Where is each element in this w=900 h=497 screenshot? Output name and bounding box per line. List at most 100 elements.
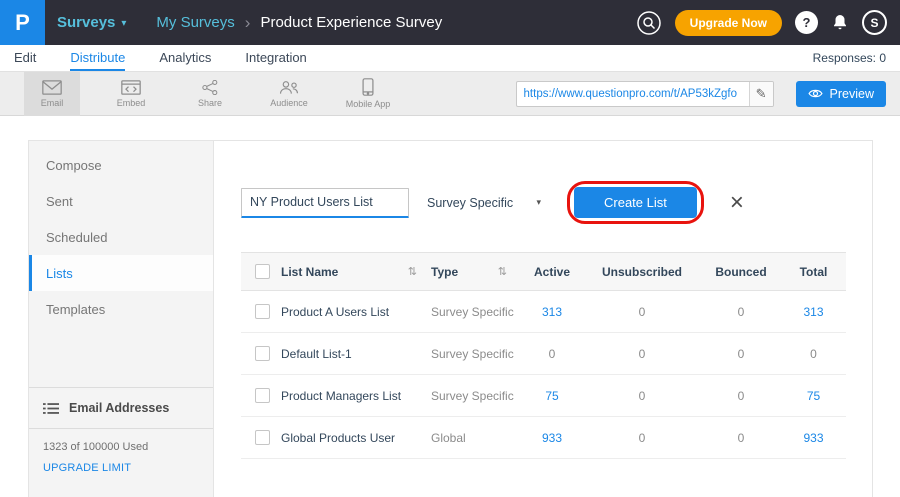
row-checkbox[interactable] [255,388,270,403]
email-sidebar: Compose Sent Scheduled Lists Templates E… [29,141,214,497]
survey-url-input[interactable] [517,88,749,100]
sort-icon[interactable]: ⇅ [498,265,507,278]
help-icon[interactable]: ? [795,11,818,34]
unsubscribed-count: 0 [583,375,701,417]
sidebar-item-sent[interactable]: Sent [29,183,213,219]
bounced-count: 0 [701,375,781,417]
table-row: Product Managers List Survey Specific 75… [241,375,846,417]
table-header-row: List Name ⇅ Type ⇅ Active Unsubscribed B… [241,253,846,291]
header-unsubscribed: Unsubscribed [583,253,701,291]
tab-distribute[interactable]: Distribute [70,45,125,71]
header-total: Total [781,253,846,291]
notifications-bell-icon[interactable] [831,13,849,32]
total-count[interactable]: 313 [781,291,846,333]
bounced-count: 0 [701,333,781,375]
bounced-count: 0 [701,291,781,333]
bounced-count: 0 [701,417,781,459]
preview-label: Preview [830,87,874,101]
channel-label: Email [41,98,64,108]
table-row: Product A Users List Survey Specific 313… [241,291,846,333]
table-row: Global Products User Global 933 0 0 933 [241,417,846,459]
embed-code-icon [121,80,141,95]
close-icon[interactable]: × [730,191,744,215]
unsubscribed-count: 0 [583,291,701,333]
responses-count: Responses: 0 [813,45,900,71]
header-type[interactable]: Type ⇅ [431,253,521,291]
tab-analytics[interactable]: Analytics [159,45,211,71]
email-addresses-section: Email Addresses 1323 of 100000 Used UPGR… [29,387,213,479]
row-checkbox[interactable] [255,346,270,361]
header-active: Active [521,253,583,291]
mobile-phone-icon [362,78,374,96]
unsubscribed-count: 0 [583,417,701,459]
create-list-button[interactable]: Create List [574,187,697,218]
audience-people-icon [279,80,299,95]
list-type: Survey Specific [431,291,521,333]
page-title: Product Experience Survey [260,14,442,31]
total-count: 0 [781,333,846,375]
user-avatar[interactable]: S [862,10,887,35]
list-type-select[interactable]: Survey Specific ▾ [423,196,545,210]
select-all-checkbox[interactable] [255,264,270,279]
header-list-name[interactable]: List Name ⇅ [281,253,431,291]
lists-table: List Name ⇅ Type ⇅ Active Unsubscribed B… [241,252,846,459]
preview-button[interactable]: Preview [796,81,886,107]
email-addresses-header: Email Addresses [29,388,213,429]
header-label: List Name [281,265,338,279]
tab-edit[interactable]: Edit [14,45,36,71]
active-count[interactable]: 75 [521,375,583,417]
topbar-actions: Upgrade Now ? S [636,10,900,36]
email-addresses-title: Email Addresses [69,401,169,415]
channel-label: Share [198,98,222,108]
envelope-icon [42,80,62,95]
active-count[interactable]: 933 [521,417,583,459]
header-label: Type [431,265,458,279]
active-count: 0 [521,333,583,375]
channel-audience[interactable]: Audience [261,72,317,116]
channel-label: Audience [270,98,308,108]
channel-email[interactable]: Email [24,72,80,116]
breadcrumb-my-surveys[interactable]: My Surveys [156,14,234,31]
active-count[interactable]: 313 [521,291,583,333]
breadcrumb: My Surveys › Product Experience Survey [156,13,442,33]
list-name-link[interactable]: Product Managers List [281,375,431,417]
channel-label: Mobile App [346,99,391,109]
list-type: Survey Specific [431,375,521,417]
edit-url-pencil-icon[interactable]: ✎ [749,82,773,106]
sort-icon[interactable]: ⇅ [408,265,417,278]
sidebar-item-templates[interactable]: Templates [29,291,213,327]
sidebar-item-scheduled[interactable]: Scheduled [29,219,213,255]
tab-integration[interactable]: Integration [245,45,306,71]
list-type: Survey Specific [431,333,521,375]
sidebar-item-compose[interactable]: Compose [29,147,213,183]
row-checkbox[interactable] [255,430,270,445]
product-name: Surveys [57,14,115,31]
list-type: Global [431,417,521,459]
eye-icon [808,88,823,99]
list-name-link[interactable]: Default List-1 [281,333,431,375]
share-icon [201,80,219,95]
channel-embed[interactable]: Embed [103,72,159,116]
channel-share[interactable]: Share [182,72,238,116]
sidebar-item-lists[interactable]: Lists [29,255,213,291]
upgrade-now-button[interactable]: Upgrade Now [675,10,782,36]
list-name-input[interactable] [241,188,409,218]
questionpro-logo[interactable]: P [0,0,45,45]
total-count[interactable]: 75 [781,375,846,417]
top-bar: P Surveys ▾ My Surveys › Product Experie… [0,0,900,45]
upgrade-limit-link[interactable]: UPGRADE LIMIT [29,457,213,479]
chevron-down-icon: ▾ [121,16,126,29]
list-name-link[interactable]: Global Products User [281,417,431,459]
product-switcher[interactable]: Surveys ▾ [57,14,126,31]
header-bounced: Bounced [701,253,781,291]
survey-url-field: ✎ [516,81,774,107]
channel-mobile-app[interactable]: Mobile App [340,72,396,116]
search-icon[interactable] [636,10,662,36]
row-checkbox[interactable] [255,304,270,319]
table-row: Default List-1 Survey Specific 0 0 0 0 [241,333,846,375]
channel-label: Embed [117,98,146,108]
email-usage-text: 1323 of 100000 Used [29,429,213,457]
list-name-link[interactable]: Product A Users List [281,291,431,333]
total-count[interactable]: 933 [781,417,846,459]
annotation-highlight: Create List [567,181,704,224]
